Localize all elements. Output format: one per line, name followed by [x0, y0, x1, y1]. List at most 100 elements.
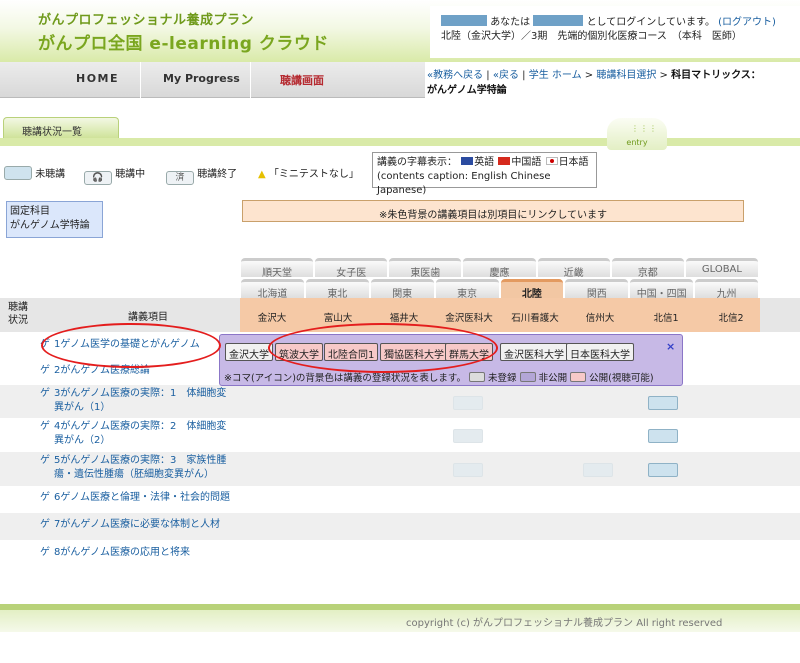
lecture-title: 4がんゲノム医療の実際：2 体細胞変 異がん（2）	[54, 421, 227, 446]
popup-private: 非公開	[538, 373, 568, 384]
popup-university-button[interactable]: 日本医科大学	[566, 343, 634, 361]
fixed-course-name: がんゲノム学特論	[10, 220, 90, 231]
japan-flag-icon	[545, 157, 558, 165]
genome-badge: ゲ	[40, 455, 50, 466]
unviewed-chip-icon	[4, 166, 32, 180]
lecture-status-cell[interactable]	[648, 396, 678, 410]
region-tab-a-2[interactable]: 東医歯	[389, 258, 462, 279]
lecture-title: 8がんゲノム医療の応用と将来	[54, 547, 191, 558]
uk-flag-icon	[461, 157, 474, 165]
main-nav: HOME My Progress 聴講画面	[0, 62, 425, 98]
caption-english-note: (contents caption: English Chinese Japan…	[377, 171, 551, 196]
region-tab-b-0[interactable]: 北海道	[241, 279, 304, 300]
redacted-id	[441, 15, 487, 26]
status-column-header: 聴講 状況	[8, 302, 28, 326]
popup-university-button[interactable]: 金沢大学	[225, 343, 273, 361]
region-tab-a-5[interactable]: 京都	[611, 258, 684, 279]
lecture-status-cell[interactable]	[648, 463, 678, 477]
legend-unviewed-label: 未聴講	[35, 169, 66, 180]
region-tab-b-5[interactable]: 関西	[565, 279, 629, 300]
university-column-header: 金沢大	[257, 313, 287, 324]
crumb-student-home[interactable]: 学生 ホーム	[529, 70, 582, 81]
china-flag-icon	[498, 157, 511, 165]
lecture-status-cell[interactable]	[453, 463, 483, 477]
region-tab-b-6[interactable]: 中国・四国	[630, 279, 694, 300]
nav-lecture[interactable]: 聴講画面	[280, 72, 324, 88]
lecture-link[interactable]: ゲ 3がんゲノム医療の実際：1 体細胞変 異がん（1）	[40, 387, 226, 415]
lecture-link[interactable]: ゲ 7がんゲノム医療に必要な体制と人材	[40, 518, 220, 532]
lecture-link[interactable]: ゲ 5がんゲノム医療の実際：3 家族性腫 瘍・遺伝性腫瘍（胚細胞変異がん）	[40, 454, 226, 482]
public-chip-icon	[570, 372, 587, 382]
lecture-link[interactable]: ゲ 4がんゲノム医療の実際：2 体細胞変 異がん（2）	[40, 420, 226, 448]
legend-done-label: 聴講終了	[197, 169, 238, 180]
done-chip-icon: 済	[166, 171, 194, 185]
genome-badge: ゲ	[40, 519, 50, 530]
legend-no-test-label: 「ミニテストなし」	[268, 169, 359, 180]
popup-public: 公開(視聴可能)	[589, 373, 654, 384]
nav-divider	[250, 62, 251, 98]
university-column-header: 金沢医科大	[445, 313, 493, 324]
region-tab-b-4[interactable]: 北陸	[500, 279, 564, 300]
genome-badge: ゲ	[40, 421, 50, 432]
popup-unregistered: 未登録	[488, 373, 517, 384]
entry-label: entry	[626, 138, 648, 147]
university-column-header: 北信1	[653, 313, 679, 324]
done-chip-label: 済	[175, 173, 185, 183]
region-tab-b-7[interactable]: 九州	[695, 279, 758, 300]
nav-home[interactable]: HOME	[76, 72, 119, 85]
fixed-course-label: 固定科目	[10, 206, 50, 217]
tab-status-list[interactable]: 聴講状況一覧	[3, 117, 119, 138]
genome-badge: ゲ	[40, 547, 50, 558]
region-tab-a-0[interactable]: 順天堂	[241, 258, 314, 279]
lecture-status-cell[interactable]	[648, 429, 678, 443]
region-tabs-row2: 北海道 東北 関東 東京 北陸 関西 中国・四国 九州	[241, 279, 758, 300]
link-note: ※朱色背景の講義項目は別項目にリンクしています	[242, 200, 744, 222]
region-tab-a-6[interactable]: GLOBAL	[685, 258, 758, 277]
lecture-link[interactable]: ゲ 6ゲノム医療と倫理・法律・社会的問題	[40, 491, 230, 505]
unregistered-chip-icon	[468, 372, 485, 382]
lecture-status-cell[interactable]	[453, 429, 483, 443]
lecture-link[interactable]: ゲ 8がんゲノム医療の応用と将来	[40, 546, 190, 560]
popup-note: ※コマ(アイコン)の背景色は講義の登録状況を表します。	[224, 373, 466, 384]
crumb-current: 科目マトリックス：	[671, 70, 761, 81]
region-tab-a-3[interactable]: 慶應	[463, 258, 536, 279]
caption-zh: 中国語	[511, 157, 542, 168]
popup-close-button[interactable]: ×	[666, 340, 675, 353]
site-title: がんプロ全国 e-learning クラウド	[38, 34, 329, 54]
popup-legend: ※コマ(アイコン)の背景色は講義の登録状況を表します。 未登録 非公開 公開(視…	[224, 370, 654, 384]
lecture-status-cell[interactable]	[583, 463, 613, 477]
genome-badge: ゲ	[40, 388, 50, 399]
fixed-course-box: 固定科目 がんゲノム学特論	[6, 201, 103, 238]
caption-ja: 日本語	[558, 157, 589, 168]
university-column-header: 北信2	[718, 313, 744, 324]
lecture-title: 7がんゲノム医療に必要な体制と人材	[54, 519, 221, 530]
crumb-current-course: がんゲノム学特論	[427, 85, 507, 96]
legend-unviewed: 未聴講	[4, 165, 65, 180]
region-tab-b-3[interactable]: 東京	[435, 279, 499, 300]
region-tab-b-2[interactable]: 関東	[370, 279, 434, 300]
breadcrumb: «教務へ戻る | «戻る | 学生 ホーム > 聴講科目選択 > 科目マトリック…	[427, 70, 761, 96]
crumb-back-teacher[interactable]: «教務へ戻る	[427, 70, 483, 81]
popup-university-button[interactable]: 金沢医科大学	[500, 343, 568, 361]
legend-viewing-label: 聴講中	[115, 169, 146, 180]
caption-label: 講義の字幕表示：	[377, 157, 457, 168]
triangle-icon: ▲	[258, 169, 266, 180]
redacted-name	[533, 15, 584, 26]
headphones-icon: 🎧	[84, 171, 112, 185]
lecture-status-cell[interactable]	[453, 396, 483, 410]
crumb-back[interactable]: «戻る	[493, 70, 519, 81]
legend-viewing: 🎧 聴講中	[84, 165, 145, 185]
region-tab-b-1[interactable]: 東北	[305, 279, 369, 300]
crumb-course-select[interactable]: 聴講科目選択	[596, 70, 656, 81]
region-tab-a-4[interactable]: 近畿	[537, 258, 610, 279]
legend-done: 済 聴講終了	[166, 165, 237, 185]
university-column-header: 福井大	[389, 313, 419, 324]
lecture-title: 3がんゲノム医療の実際：1 体細胞変 異がん（1）	[54, 388, 227, 413]
entry-button[interactable]: ⋮⋮⋮ entry	[607, 118, 667, 150]
region-tab-a-1[interactable]: 女子医	[315, 258, 388, 279]
nav-my-progress[interactable]: My Progress	[163, 72, 240, 85]
university-column-header: 信州大	[585, 313, 615, 324]
lecture-title: 5がんゲノム医療の実際：3 家族性腫 瘍・遺伝性腫瘍（胚細胞変異がん）	[54, 455, 227, 480]
genome-badge: ゲ	[40, 365, 50, 376]
site-subtitle: がんプロフェッショナル養成プラン	[38, 13, 255, 28]
